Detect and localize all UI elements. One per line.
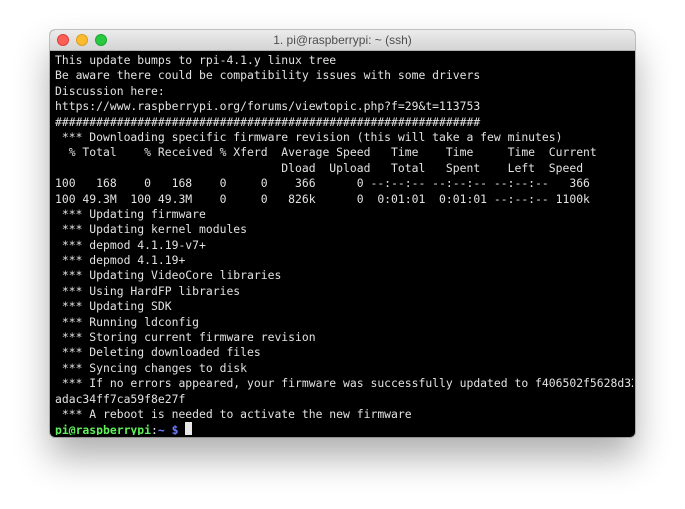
output-line: *** depmod 4.1.19-v7+ (55, 237, 206, 252)
output-line: *** Updating kernel modules (55, 222, 248, 237)
output-line: Dload Upload Total Spent Left Speed (55, 160, 584, 175)
output-line: *** Syncing changes to disk (55, 360, 248, 375)
output-line: ########################################… (55, 114, 481, 129)
output-line: *** Using HardFP libraries (55, 283, 241, 298)
text-cursor (185, 422, 193, 435)
shell-prompt-line[interactable]: pi@raspberrypi:~ $ (55, 422, 633, 435)
prompt-separator: : (151, 423, 158, 435)
terminal-window: 1. pi@raspberrypi: ~ (ssh) This update b… (50, 30, 635, 437)
output-line: This update bumps to rpi-4.1.y linux tre… (55, 53, 337, 67)
title-bar[interactable]: 1. pi@raspberrypi: ~ (ssh) (50, 30, 635, 51)
output-line: *** Updating firmware (55, 206, 206, 221)
output-line: % Total % Received % Xferd Average Speed… (55, 145, 597, 160)
output-line: Be aware there could be compatibility is… (55, 68, 481, 83)
output-line: *** Updating VideoCore libraries (55, 268, 282, 283)
prompt-symbol: $ (164, 423, 186, 435)
output-line: adac34ff7ca59f8e27f (55, 391, 186, 406)
output-line: 100 49.3M 100 49.3M 0 0 826k 0 0:01:01 0… (55, 191, 590, 206)
output-line: 100 168 0 168 0 0 366 0 --:--:-- --:--:-… (55, 176, 590, 191)
output-line: *** Storing current firmware revision (55, 330, 316, 345)
prompt-user-host: pi@raspberrypi (55, 423, 152, 435)
terminal-output[interactable]: This update bumps to rpi-4.1.y linux tre… (55, 53, 633, 435)
output-line: *** Downloading specific firmware revisi… (55, 129, 563, 144)
output-line: *** If no errors appeared, your firmware… (55, 376, 633, 391)
window-title: 1. pi@raspberrypi: ~ (ssh) (273, 33, 412, 47)
output-line: *** Running ldconfig (55, 314, 200, 329)
output-line: *** depmod 4.1.19+ (55, 253, 186, 268)
prompt-path: ~ (157, 423, 165, 435)
output-line: *** Updating SDK (55, 299, 172, 314)
output-line: Discussion here: (55, 83, 165, 98)
output-line: *** A reboot is needed to activate the n… (55, 406, 412, 421)
output-line: https://www.raspberrypi.org/forums/viewt… (55, 99, 481, 114)
output-line: *** Deleting downloaded files (55, 345, 261, 360)
